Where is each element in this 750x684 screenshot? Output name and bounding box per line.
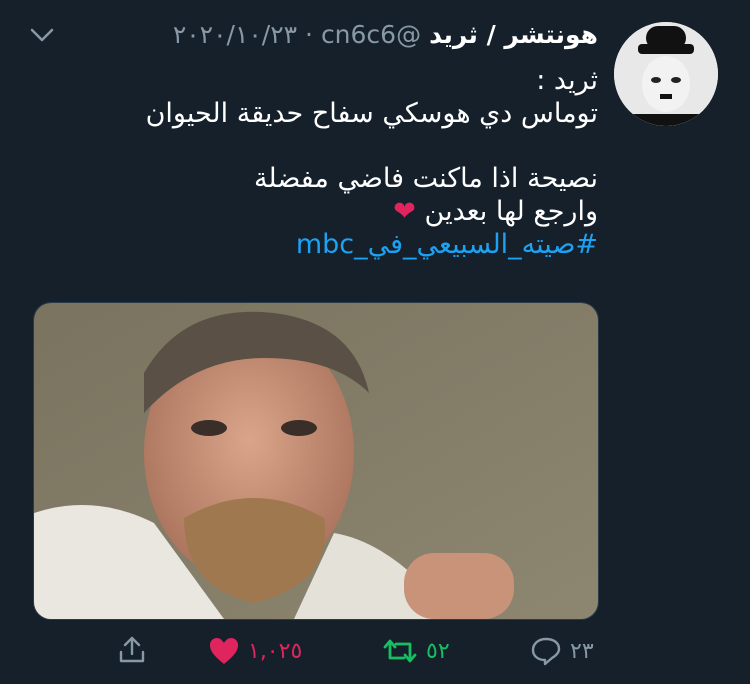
hashtag-link[interactable]: #صيته_السبيعي_في_mbc [128, 228, 598, 261]
tweet-text: ثريد : توماس دي هوسكي سفاح حديقة الحيوان… [128, 64, 598, 261]
share-icon [119, 636, 145, 663]
handle-and-date[interactable]: @cn6c6 · ٢٠٢٠/١٠/٢٣ [173, 20, 421, 49]
tweet-line: نصيحة اذا ماكنت فاضي مفضلة [253, 163, 598, 194]
tweet-header: هونتشر / ثريد @cn6c6 · ٢٠٢٠/١٠/٢٣ [173, 20, 598, 49]
tweet-line-with-emoji: وارجع لها بعدين ❤ [128, 195, 598, 228]
like-count: ١,٠٢٥ [248, 638, 303, 664]
tweet-line: توماس دي هوسكي سفاح حديقة الحيوان [145, 98, 598, 129]
tweet-actions: ٢٣ ٥٢ ١,٠٢٥ [0, 628, 750, 676]
retweet-count: ٥٢ [426, 638, 450, 664]
tweet-line: وارجع لها بعدين [424, 196, 598, 227]
heart-emoji-icon: ❤ [393, 196, 416, 227]
reply-count: ٢٣ [570, 638, 594, 664]
share-button[interactable] [116, 634, 148, 666]
avatar-image [614, 22, 718, 126]
tweet-line: ثريد : [536, 65, 598, 96]
like-button[interactable]: ١,٠٢٥ [208, 636, 302, 666]
portrait-photo [34, 303, 598, 619]
avatar[interactable] [614, 22, 718, 126]
chevron-down-icon[interactable] [28, 24, 56, 46]
reply-icon [531, 637, 561, 666]
reply-button[interactable]: ٢٣ [530, 636, 594, 666]
retweet-icon [383, 639, 417, 663]
author-name[interactable]: هونتشر / ثريد [429, 20, 598, 49]
like-icon [210, 638, 238, 664]
retweet-button[interactable]: ٥٢ [382, 636, 450, 666]
tweet-media-photo[interactable] [33, 302, 599, 620]
